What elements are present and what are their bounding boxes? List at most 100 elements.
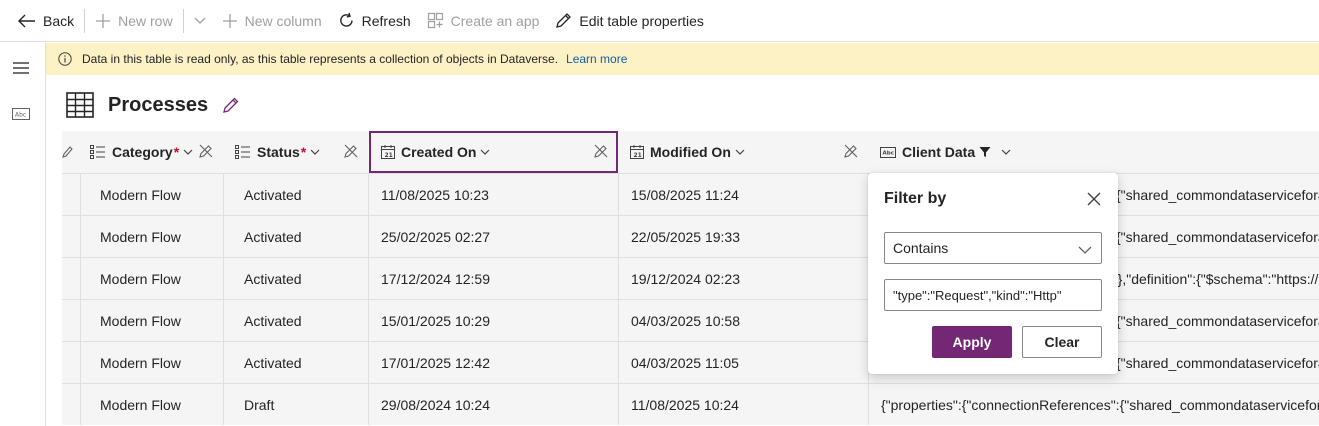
created-on-cell[interactable]: 17/01/2025 12:42 <box>368 342 618 383</box>
text-field-icon: Abc <box>880 146 896 158</box>
clear-button[interactable]: Clear <box>1022 326 1102 358</box>
modified-on-cell[interactable]: 04/03/2025 10:58 <box>618 300 868 341</box>
created-on-cell[interactable]: 25/02/2025 02:27 <box>368 216 618 257</box>
required-marker: * <box>173 144 180 160</box>
toolbar-divider <box>84 8 86 33</box>
required-marker: * <box>300 144 307 160</box>
edit-table-properties-button[interactable]: Edit table properties <box>547 0 712 42</box>
chevron-down-icon <box>480 149 496 155</box>
add-icon <box>222 13 237 28</box>
left-rail: Abc <box>0 43 46 426</box>
new-row-dropdown[interactable] <box>186 0 214 42</box>
back-button[interactable]: Back <box>10 0 82 42</box>
modified-on-cell[interactable]: 04/03/2025 11:05 <box>618 342 868 383</box>
category-cell[interactable]: Modern Flow <box>80 300 223 341</box>
svg-text:21: 21 <box>385 152 393 159</box>
filter-title: Filter by <box>884 190 947 207</box>
status-cell[interactable]: Activated <box>223 174 368 215</box>
category-cell[interactable]: Modern Flow <box>80 258 223 299</box>
modified-on-cell[interactable]: 22/05/2025 19:33 <box>618 216 868 257</box>
column-header-category[interactable]: Category * <box>80 131 223 173</box>
column-header-status[interactable]: Status * <box>223 131 368 173</box>
table-row[interactable]: Modern Flow Activated 25/02/2025 02:27 2… <box>62 215 1319 257</box>
learn-more-link[interactable]: Learn more <box>566 52 627 66</box>
column-label: Created On <box>401 144 477 160</box>
toolbar-divider <box>182 8 184 33</box>
pencil-icon <box>223 97 239 113</box>
category-cell[interactable]: Modern Flow <box>80 342 223 383</box>
data-grid: Category * Status * 21 Created On 21 Modif… <box>62 131 1319 426</box>
client-data-cell[interactable]: {"properties":{"connectionReferences":{"… <box>868 384 1319 425</box>
row-edge <box>62 300 80 341</box>
rail-text-field-button[interactable]: Abc <box>10 103 32 125</box>
table-row[interactable]: Modern Flow Activated 15/01/2025 10:29 0… <box>62 299 1319 341</box>
pencil-off-icon <box>344 144 358 161</box>
chevron-down-icon <box>1001 149 1017 155</box>
modified-on-cell[interactable]: 15/08/2025 11:24 <box>618 174 868 215</box>
calendar-icon: 21 <box>630 145 644 159</box>
table-row[interactable]: Modern Flow Activated 17/12/2024 12:59 1… <box>62 257 1319 299</box>
table-row[interactable]: Modern Flow Activated 17/01/2025 12:42 0… <box>62 341 1319 383</box>
banner-message: Data in this table is read only, as this… <box>82 52 559 66</box>
menu-button[interactable] <box>10 57 32 79</box>
hamburger-menu-icon <box>13 62 29 74</box>
close-icon <box>1087 192 1101 206</box>
svg-text:21: 21 <box>634 152 642 159</box>
row-edge <box>62 216 80 257</box>
filter-icon <box>979 146 997 158</box>
status-cell[interactable]: Activated <box>223 258 368 299</box>
app-grid-icon <box>427 12 443 29</box>
edit-title-button[interactable] <box>222 96 240 114</box>
row-edge <box>62 258 80 299</box>
column-header-modified-on[interactable]: 21 Modified On <box>618 131 868 173</box>
category-cell[interactable]: Modern Flow <box>80 216 223 257</box>
filter-operator-dropdown[interactable]: Contains <box>884 232 1102 264</box>
column-header-partial[interactable] <box>62 131 80 173</box>
filter-operator-value: Contains <box>893 240 949 256</box>
row-edge <box>62 342 80 383</box>
add-icon <box>96 13 111 28</box>
pencil-off-icon <box>594 144 608 161</box>
chevron-down-icon <box>310 149 326 155</box>
status-cell[interactable]: Draft <box>223 384 368 425</box>
new-row-label: New row <box>118 12 173 29</box>
page-title: Processes <box>108 93 209 116</box>
created-on-cell[interactable]: 29/08/2024 10:24 <box>368 384 618 425</box>
status-cell[interactable]: Activated <box>223 216 368 257</box>
table-icon <box>66 92 94 118</box>
chevron-down-icon <box>194 17 206 24</box>
filter-popup: Filter by Contains "type":"Request","kin… <box>868 173 1118 374</box>
info-icon <box>58 52 72 66</box>
modified-on-cell[interactable]: 19/12/2024 02:23 <box>618 258 868 299</box>
column-header-client-data[interactable]: Abc Client Data <box>868 131 1319 173</box>
apply-button[interactable]: Apply <box>932 326 1012 358</box>
status-cell[interactable]: Activated <box>223 300 368 341</box>
created-on-cell[interactable]: 15/01/2025 10:29 <box>368 300 618 341</box>
refresh-label: Refresh <box>361 12 411 29</box>
choice-icon <box>90 145 105 159</box>
created-on-cell[interactable]: 11/08/2025 10:23 <box>368 174 618 215</box>
column-label: Client Data <box>902 144 976 160</box>
column-label: Category <box>112 144 173 160</box>
category-cell[interactable]: Modern Flow <box>80 174 223 215</box>
table-row[interactable]: Modern Flow Activated 11/08/2025 10:23 1… <box>62 173 1319 215</box>
status-cell[interactable]: Activated <box>223 342 368 383</box>
pencil-off-icon <box>62 146 73 158</box>
create-app-button[interactable]: Create an app <box>419 0 548 42</box>
column-header-created-on[interactable]: 21 Created On <box>369 131 618 173</box>
filter-value-input[interactable]: "type":"Request","kind":"Http" <box>884 279 1102 311</box>
category-cell[interactable]: Modern Flow <box>80 384 223 425</box>
new-column-label: New column <box>244 12 322 29</box>
svg-text:Abc: Abc <box>883 150 894 156</box>
created-on-cell[interactable]: 17/12/2024 12:59 <box>368 258 618 299</box>
read-only-banner: Data in this table is read only, as this… <box>46 43 1319 75</box>
table-row[interactable]: Modern Flow Draft 29/08/2024 10:24 11/08… <box>62 383 1319 425</box>
new-column-button[interactable]: New column <box>214 0 330 42</box>
close-button[interactable] <box>1086 191 1102 207</box>
refresh-button[interactable]: Refresh <box>330 0 419 42</box>
choice-icon <box>235 145 250 159</box>
chevron-down-icon <box>735 149 751 155</box>
command-bar: Back New row New column Refresh Create a… <box>0 0 1319 42</box>
new-row-button[interactable]: New row <box>87 0 180 42</box>
modified-on-cell[interactable]: 11/08/2025 10:24 <box>618 384 868 425</box>
